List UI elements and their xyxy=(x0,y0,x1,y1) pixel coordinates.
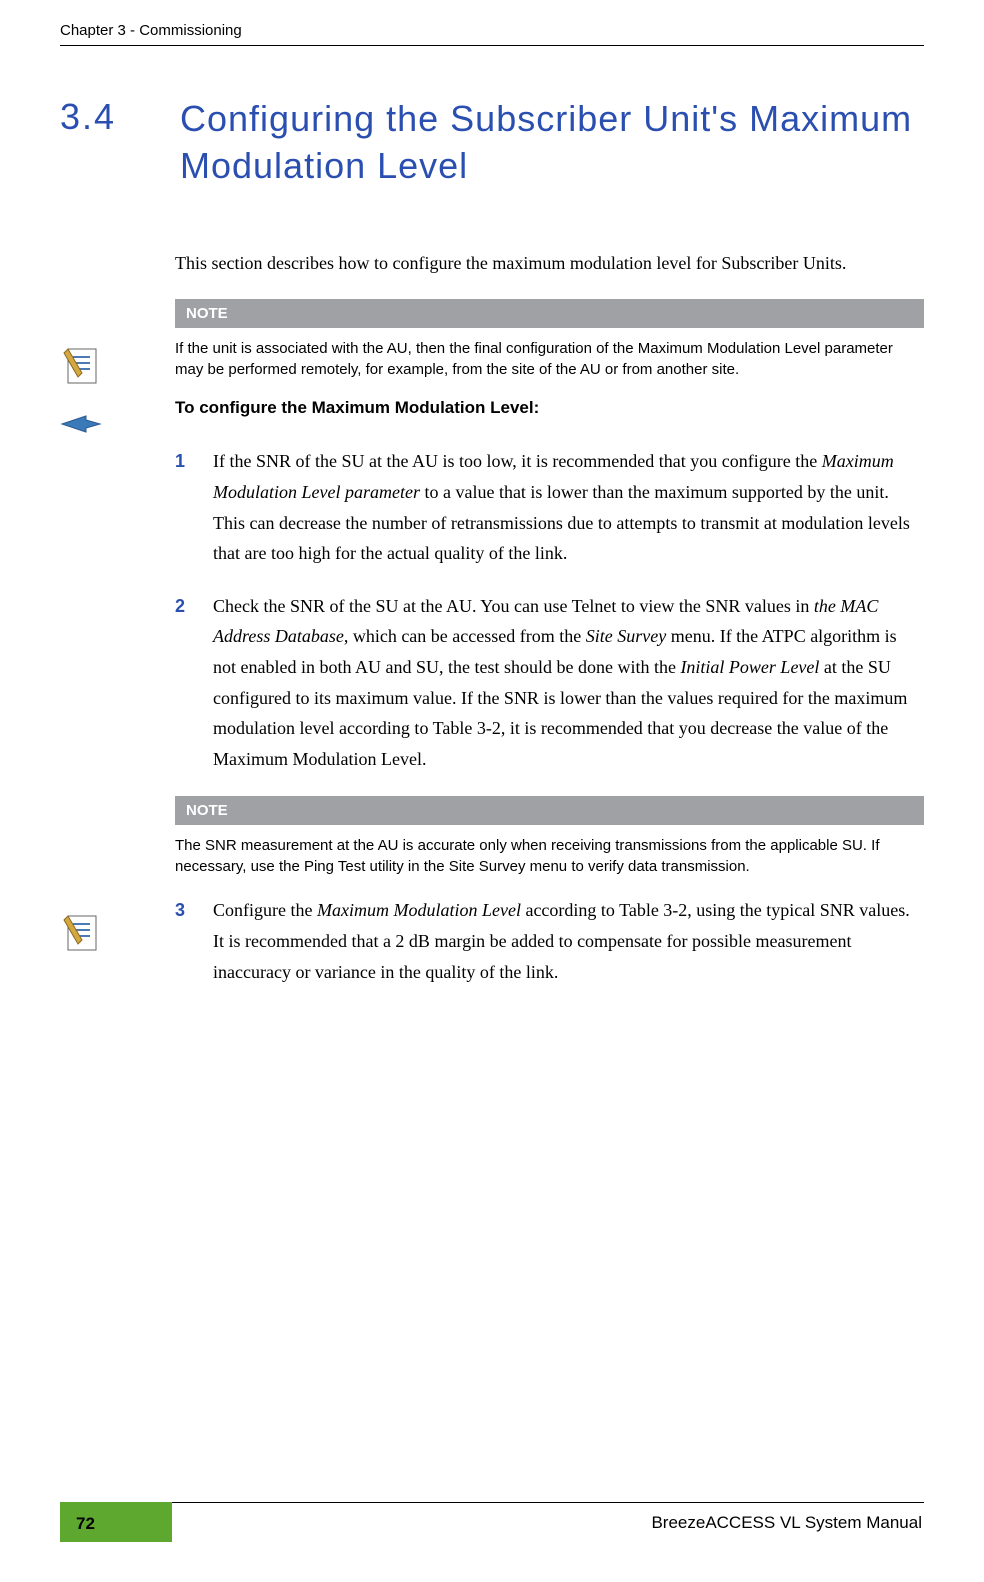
procedure-heading: To configure the Maximum Modulation Leve… xyxy=(175,398,924,418)
footer-accent-box: 72 xyxy=(60,1502,172,1542)
chapter-label: Chapter 3 - Commissioning xyxy=(60,22,924,39)
step-text: Check the SNR of the SU at the AU. You c… xyxy=(213,591,924,775)
note-label: NOTE xyxy=(175,299,924,328)
step-text: Configure the Maximum Modulation Level a… xyxy=(213,895,924,987)
note-box-1: NOTE If the unit is associated with the … xyxy=(175,299,924,380)
note-text: If the unit is associated with the AU, t… xyxy=(175,328,924,380)
note-text: The SNR measurement at the AU is accurat… xyxy=(175,825,924,877)
manual-title: BreezeACCESS VL System Manual xyxy=(172,1502,924,1542)
step-number: 3 xyxy=(175,895,213,987)
footer-bar: 72 BreezeACCESS VL System Manual xyxy=(60,1502,924,1542)
step-number: 2 xyxy=(175,591,213,775)
section-title: Configuring the Subscriber Unit's Maximu… xyxy=(180,96,924,190)
intro-paragraph: This section describes how to configure … xyxy=(175,250,924,278)
step-text: If the SNR of the SU at the AU is too lo… xyxy=(213,446,924,568)
page-footer: 72 BreezeACCESS VL System Manual xyxy=(60,1502,924,1542)
page-header: Chapter 3 - Commissioning xyxy=(60,0,924,46)
note-icon xyxy=(60,345,102,387)
main-content: 3.4 Configuring the Subscriber Unit's Ma… xyxy=(0,96,984,987)
step-1: 1 If the SNR of the SU at the AU is too … xyxy=(175,446,924,568)
step-3: 3 Configure the Maximum Modulation Level… xyxy=(175,895,924,987)
step-number: 1 xyxy=(175,446,213,568)
step-2: 2 Check the SNR of the SU at the AU. You… xyxy=(175,591,924,775)
procedure-arrow-icon xyxy=(60,412,102,436)
note-icon xyxy=(60,912,102,954)
note-box-2: NOTE The SNR measurement at the AU is ac… xyxy=(175,796,924,877)
page-number: 72 xyxy=(76,1514,95,1534)
section-heading: 3.4 Configuring the Subscriber Unit's Ma… xyxy=(60,96,924,190)
note-label: NOTE xyxy=(175,796,924,825)
section-number: 3.4 xyxy=(60,96,150,190)
